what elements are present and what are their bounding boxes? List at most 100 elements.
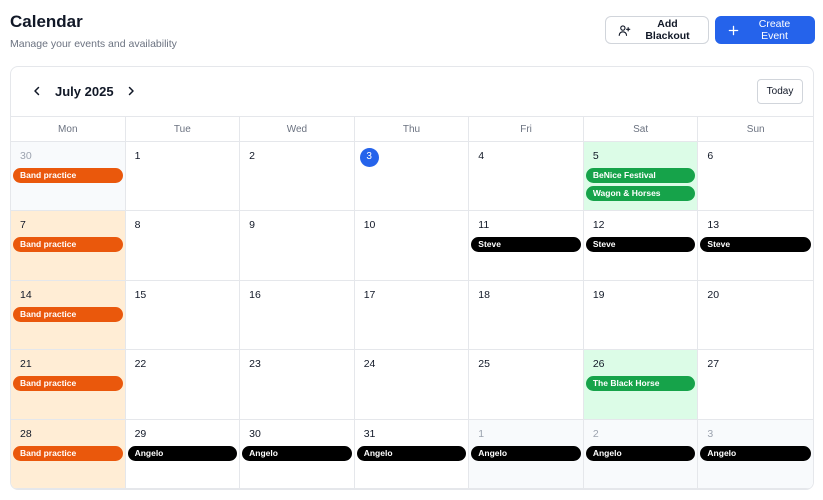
weekday-label: Wed: [240, 117, 355, 141]
day-cell[interactable]: 2 Angelo: [583, 419, 699, 489]
day-number: 27: [707, 358, 720, 371]
day-cell[interactable]: 15: [125, 280, 241, 351]
day-number: 6: [707, 150, 714, 162]
month-grid: 30 Band practice 1 2 3 4 5 BeNice Festival Wagon…: [11, 142, 813, 489]
day-number: 19: [592, 288, 605, 301]
day-cell[interactable]: 24: [354, 350, 470, 420]
day-cell[interactable]: 21 Band practice: [11, 350, 126, 420]
day-cell[interactable]: 1 Angelo: [469, 419, 584, 489]
weekday-label: Sat: [584, 117, 699, 141]
day-number: 15: [134, 288, 147, 301]
prev-month-button[interactable]: [27, 82, 47, 102]
day-cell[interactable]: 29 Angelo: [125, 419, 241, 489]
weekday-header: Mon Tue Wed Thu Fri Sat Sun: [11, 117, 813, 142]
day-cell[interactable]: 31 Angelo: [354, 419, 470, 489]
day-number: 13: [707, 219, 720, 232]
day-number: 21: [20, 358, 32, 371]
day-number: 24: [363, 358, 376, 371]
day-cell[interactable]: 2: [240, 142, 355, 212]
day-cell[interactable]: 25: [469, 350, 584, 420]
day-number: 14: [20, 288, 32, 301]
day-cell[interactable]: 1: [125, 142, 241, 212]
event-pill[interactable]: Band practice: [13, 445, 123, 461]
add-blackout-button[interactable]: Add Blackout: [605, 16, 709, 44]
event-pill[interactable]: Steve: [585, 237, 696, 253]
day-number: 26: [592, 358, 605, 371]
chevron-right-icon: [126, 83, 136, 101]
day-number: 1: [478, 427, 485, 440]
day-cell[interactable]: 3 Angelo: [698, 419, 813, 489]
day-number: 20: [707, 288, 720, 301]
event-pill[interactable]: Wagon & Horses: [585, 186, 696, 201]
day-number: 31: [363, 427, 376, 440]
event-pill[interactable]: Angelo: [127, 445, 238, 461]
day-number: 4: [478, 150, 485, 162]
add-blackout-label: Add Blackout: [645, 18, 690, 42]
day-cell[interactable]: 23: [240, 350, 355, 420]
month-label: July 2025: [55, 84, 114, 99]
day-cell[interactable]: 3: [354, 142, 470, 212]
create-event-label: Create Event: [758, 18, 791, 42]
day-number: 8: [134, 219, 141, 232]
day-number: 7: [20, 219, 26, 232]
weekday-label: Mon: [11, 117, 126, 141]
day-number: 16: [249, 288, 261, 301]
calendar-toolbar: July 2025 Today: [11, 67, 813, 117]
weekday-label: Tue: [126, 117, 241, 141]
next-month-button[interactable]: [121, 82, 141, 102]
day-cell[interactable]: 17: [354, 280, 470, 351]
day-cell[interactable]: 16: [240, 280, 355, 351]
day-number: 2: [592, 427, 599, 440]
event-pill[interactable]: Angelo: [471, 445, 581, 461]
event-pill[interactable]: Steve: [700, 237, 811, 253]
day-cell[interactable]: 26 The Black Horse: [583, 350, 699, 420]
create-event-button[interactable]: Create Event: [715, 16, 815, 44]
day-cell[interactable]: 11 Steve: [469, 211, 584, 281]
day-cell[interactable]: 13 Steve: [698, 211, 813, 281]
day-cell[interactable]: 10: [354, 211, 470, 281]
event-pill[interactable]: Band practice: [13, 237, 123, 253]
day-number: 17: [363, 288, 376, 301]
day-cell[interactable]: 28 Band practice: [11, 419, 126, 489]
day-cell[interactable]: 12 Steve: [583, 211, 699, 281]
day-number: 25: [478, 358, 490, 371]
day-number: 30: [20, 150, 32, 162]
plus-icon: [728, 25, 739, 36]
day-cell[interactable]: 30 Angelo: [240, 419, 355, 489]
day-cell[interactable]: 14 Band practice: [11, 280, 126, 351]
day-cell[interactable]: 9: [240, 211, 355, 281]
day-number: 5: [592, 150, 599, 162]
weekday-label: Sun: [746, 123, 765, 135]
day-cell[interactable]: 27: [698, 350, 813, 420]
event-pill[interactable]: Angelo: [356, 445, 467, 461]
day-cell[interactable]: 22: [125, 350, 241, 420]
page-header: Calendar Manage your events and availabi…: [10, 12, 815, 52]
day-cell[interactable]: 19: [583, 280, 699, 351]
day-cell[interactable]: 4: [469, 142, 584, 212]
day-number: 1: [134, 150, 141, 162]
day-cell[interactable]: 6: [698, 142, 813, 212]
day-cell[interactable]: 18: [469, 280, 584, 351]
today-button[interactable]: Today: [757, 79, 803, 104]
event-pill[interactable]: Steve: [471, 237, 581, 253]
event-pill[interactable]: Band practice: [13, 306, 123, 322]
event-pill[interactable]: Band practice: [13, 376, 123, 392]
day-number: 28: [20, 427, 32, 440]
weekday-label: Fri: [469, 117, 584, 141]
day-number: 10: [363, 219, 376, 232]
day-cell[interactable]: 8: [125, 211, 241, 281]
header-actions: Add Blackout Create Event: [605, 16, 815, 44]
day-cell[interactable]: 5 BeNice Festival Wagon & Horses: [583, 142, 699, 212]
day-cell[interactable]: 30 Band practice: [11, 142, 126, 212]
event-pill[interactable]: Angelo: [242, 445, 352, 461]
event-pill[interactable]: The Black Horse: [585, 376, 696, 392]
day-cell[interactable]: 20: [698, 281, 813, 351]
day-number: 11: [478, 219, 490, 232]
day-cell[interactable]: 7 Band practice: [11, 211, 126, 281]
event-pill[interactable]: Band practice: [13, 168, 123, 183]
event-pill[interactable]: Angelo: [585, 445, 696, 461]
event-pill[interactable]: Angelo: [700, 445, 811, 461]
event-pill[interactable]: BeNice Festival: [585, 168, 696, 183]
chevron-left-icon: [32, 83, 42, 101]
today-date: 3: [357, 147, 467, 167]
